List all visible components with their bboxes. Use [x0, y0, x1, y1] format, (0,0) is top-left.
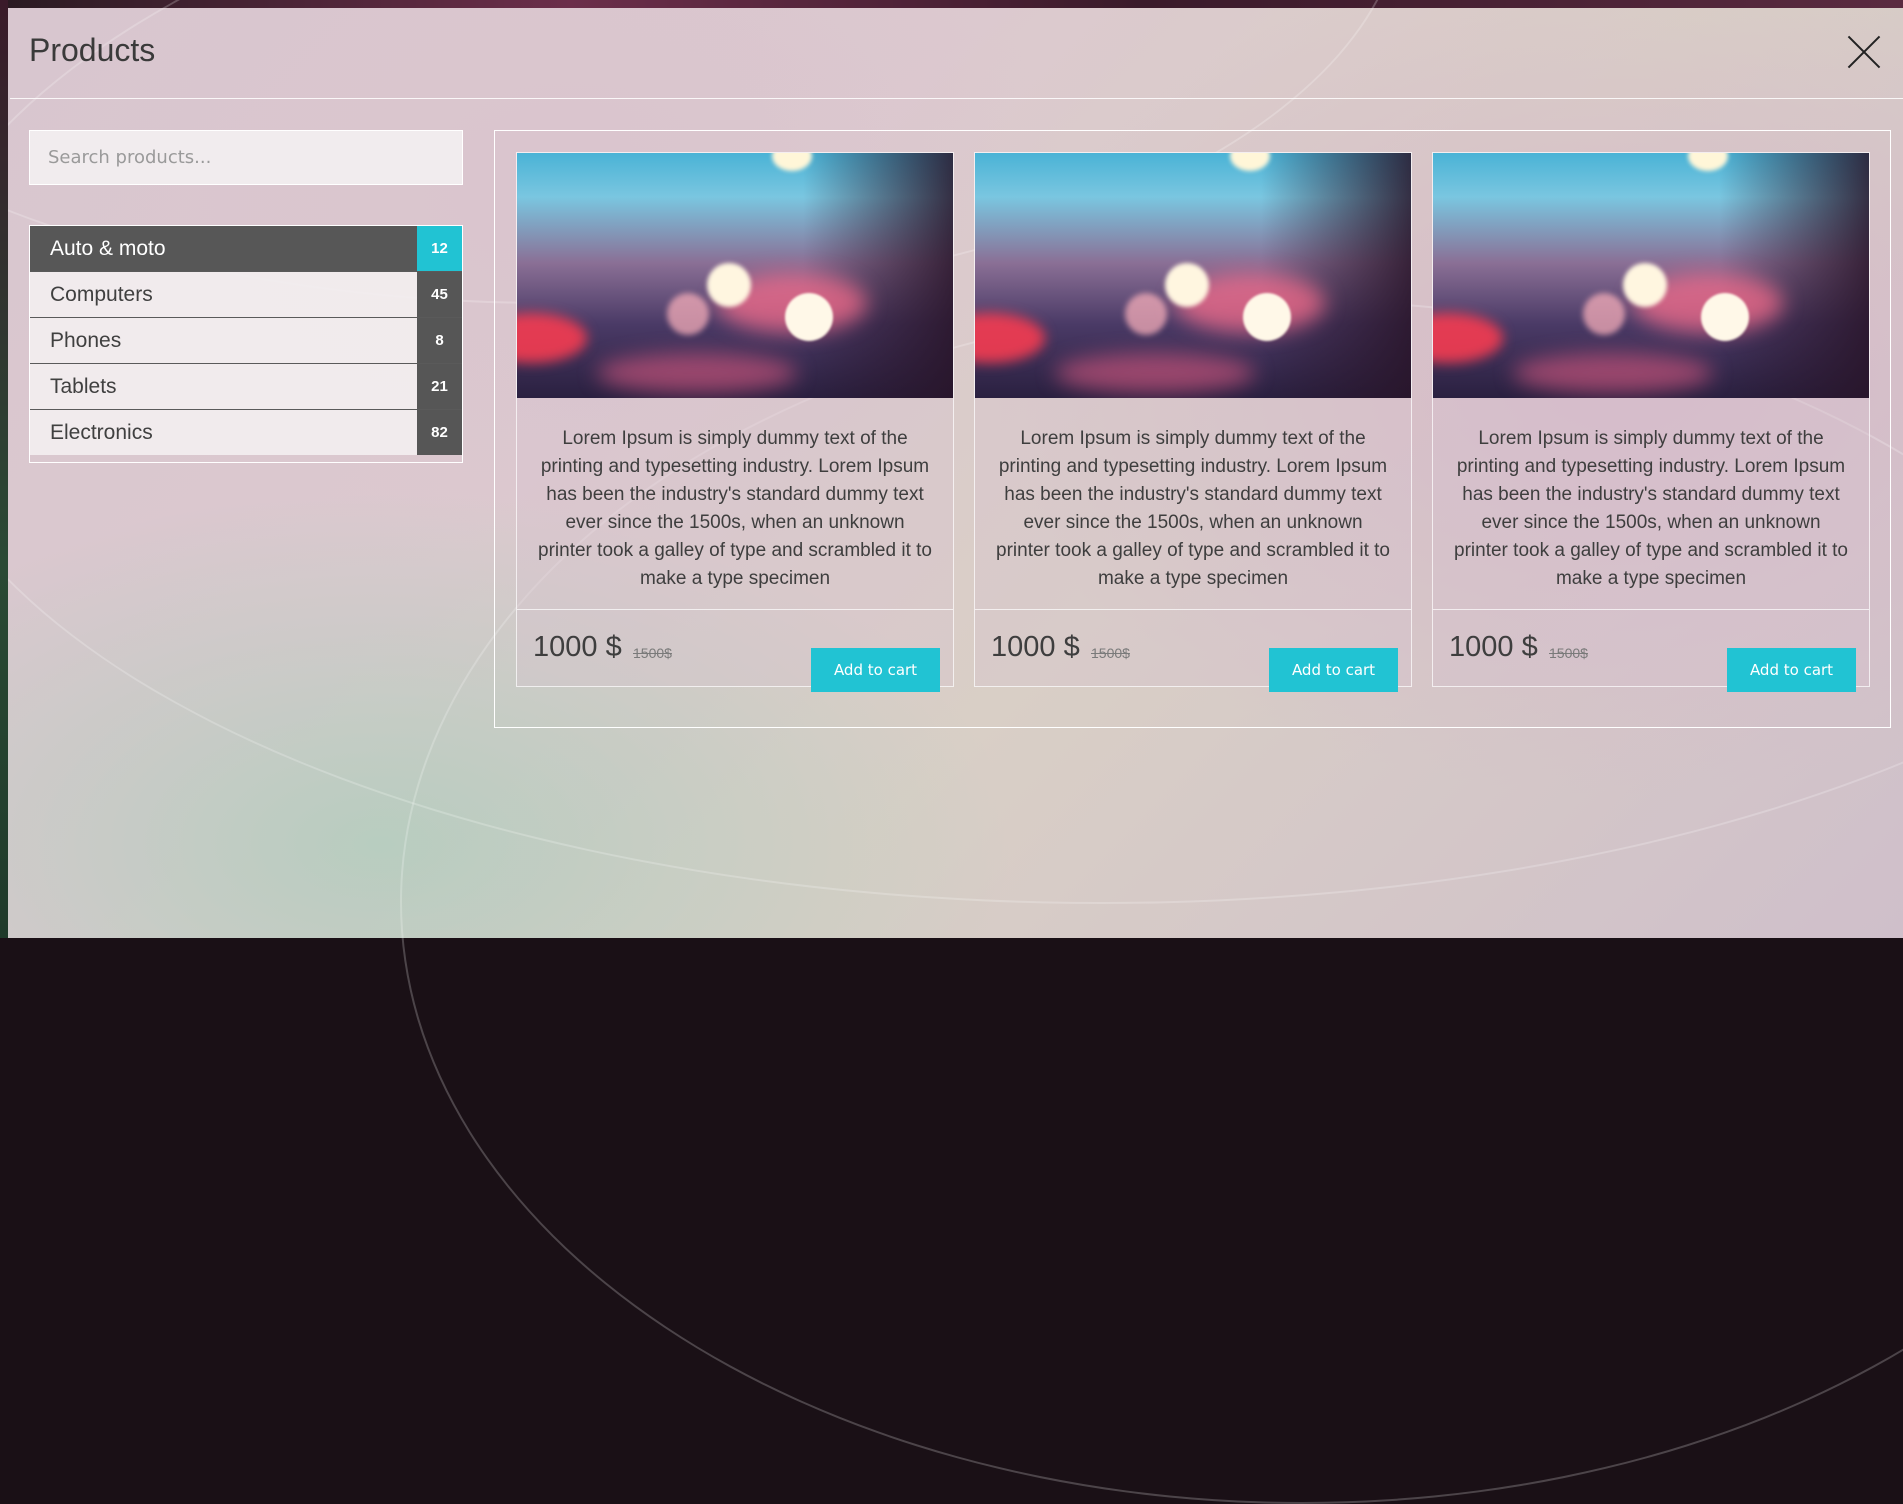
category-label: Phones [50, 329, 122, 352]
category-label: Tablets [50, 375, 117, 398]
add-to-cart-button[interactable]: Add to cart [1727, 648, 1856, 692]
product-image[interactable] [1433, 153, 1869, 398]
category-count-badge: 12 [417, 226, 462, 271]
product-grid: Lorem Ipsum is simply dummy text of the … [494, 130, 1891, 728]
category-item-auto-moto[interactable]: Auto & moto 12 [30, 226, 462, 272]
product-old-price: 1500$ [1549, 645, 1588, 661]
product-image[interactable] [975, 153, 1411, 398]
add-to-cart-button[interactable]: Add to cart [1269, 648, 1398, 692]
product-image[interactable] [517, 153, 953, 398]
category-count-badge: 8 [417, 318, 462, 363]
category-label: Auto & moto [50, 237, 166, 260]
product-card: Lorem Ipsum is simply dummy text of the … [1432, 152, 1870, 692]
category-item-electronics[interactable]: Electronics 82 [30, 410, 462, 455]
product-description: Lorem Ipsum is simply dummy text of the … [538, 428, 932, 589]
category-label: Computers [50, 283, 153, 306]
product-card: Lorem Ipsum is simply dummy text of the … [516, 152, 954, 692]
search-input[interactable] [29, 130, 463, 185]
product-price: 1000 $ [1449, 631, 1538, 663]
product-old-price: 1500$ [1091, 645, 1130, 661]
card-divider [975, 609, 1411, 610]
category-count-badge: 45 [417, 272, 462, 317]
category-count-badge: 21 [417, 364, 462, 409]
card-divider [517, 609, 953, 610]
category-count-badge: 82 [417, 410, 462, 455]
category-label: Electronics [50, 421, 153, 444]
product-description: Lorem Ipsum is simply dummy text of the … [996, 428, 1390, 589]
category-list: Auto & moto 12 Computers 45 Phones 8 Tab… [29, 225, 463, 463]
product-old-price: 1500$ [633, 645, 672, 661]
close-icon[interactable] [1846, 34, 1882, 70]
modal-title: Products [29, 32, 156, 68]
product-card: Lorem Ipsum is simply dummy text of the … [974, 152, 1412, 692]
product-price: 1000 $ [533, 631, 622, 663]
category-item-computers[interactable]: Computers 45 [30, 272, 462, 318]
product-price: 1000 $ [991, 631, 1080, 663]
category-item-tablets[interactable]: Tablets 21 [30, 364, 462, 410]
add-to-cart-button[interactable]: Add to cart [811, 648, 940, 692]
category-item-phones[interactable]: Phones 8 [30, 318, 462, 364]
product-description: Lorem Ipsum is simply dummy text of the … [1454, 428, 1848, 589]
header-divider [10, 98, 1903, 99]
card-divider [1433, 609, 1869, 610]
